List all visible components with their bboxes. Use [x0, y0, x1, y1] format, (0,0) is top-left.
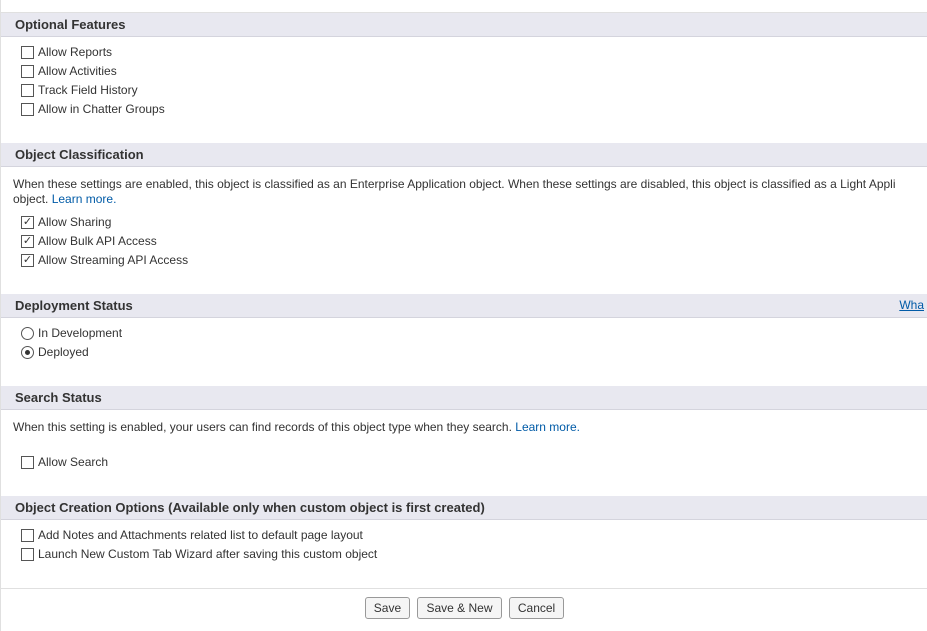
- spacer: [7, 441, 922, 453]
- section-gap: [1, 572, 927, 588]
- desc-text: When this setting is enabled, your users…: [13, 420, 515, 434]
- checkbox-row-add-notes: Add Notes and Attachments related list t…: [7, 526, 922, 545]
- checkbox-allow-bulk-api[interactable]: [21, 235, 34, 248]
- section-header-object-creation-options: Object Creation Options (Available only …: [1, 496, 927, 520]
- object-classification-desc: When these settings are enabled, this ob…: [7, 173, 922, 213]
- section-body-object-creation-options: Add Notes and Attachments related list t…: [1, 520, 927, 572]
- section-gap: [1, 480, 927, 496]
- checkbox-allow-activities[interactable]: [21, 65, 34, 78]
- section-title: Deployment Status: [15, 298, 133, 313]
- learn-more-link-classification[interactable]: Learn more.: [52, 192, 117, 206]
- desc-line1: When these settings are enabled, this ob…: [13, 177, 896, 191]
- cancel-button[interactable]: Cancel: [509, 597, 564, 619]
- section-title: Search Status: [15, 390, 102, 405]
- section-gap: [1, 370, 927, 386]
- section-title: Optional Features: [15, 17, 126, 32]
- section-header-deployment-status: Deployment Status Wha: [1, 294, 927, 318]
- checkbox-row-allow-activities: Allow Activities: [7, 62, 922, 81]
- checkbox-row-track-field-history: Track Field History: [7, 81, 922, 100]
- checkbox-launch-wizard[interactable]: [21, 548, 34, 561]
- radio-label: Deployed: [38, 344, 89, 361]
- save-button[interactable]: Save: [365, 597, 410, 619]
- checkbox-track-field-history[interactable]: [21, 84, 34, 97]
- checkbox-allow-search[interactable]: [21, 456, 34, 469]
- checkbox-row-allow-chatter-groups: Allow in Chatter Groups: [7, 100, 922, 119]
- save-and-new-button[interactable]: Save & New: [417, 597, 501, 619]
- section-body-optional-features: Allow Reports Allow Activities Track Fie…: [1, 37, 927, 127]
- radio-in-development[interactable]: [21, 327, 34, 340]
- checkbox-label: Allow Sharing: [38, 214, 111, 231]
- spacer-top: [1, 0, 927, 13]
- section-title: Object Creation Options (Available only …: [15, 500, 485, 515]
- checkbox-label: Allow Activities: [38, 63, 117, 80]
- checkbox-add-notes[interactable]: [21, 529, 34, 542]
- search-status-desc: When this setting is enabled, your users…: [7, 416, 922, 441]
- deployment-status-help-link[interactable]: Wha: [899, 298, 924, 312]
- section-body-object-classification: When these settings are enabled, this ob…: [1, 167, 927, 278]
- section-header-object-classification: Object Classification: [1, 143, 927, 167]
- checkbox-label: Allow Reports: [38, 44, 112, 61]
- radio-deployed[interactable]: [21, 346, 34, 359]
- button-bar: Save Save & New Cancel: [1, 588, 927, 631]
- section-header-optional-features: Optional Features: [1, 13, 927, 37]
- section-header-search-status: Search Status: [1, 386, 927, 410]
- radio-row-in-development: In Development: [7, 324, 922, 343]
- checkbox-row-launch-wizard: Launch New Custom Tab Wizard after savin…: [7, 545, 922, 564]
- checkbox-label: Allow in Chatter Groups: [38, 101, 165, 118]
- radio-label: In Development: [38, 325, 122, 342]
- checkbox-allow-streaming-api[interactable]: [21, 254, 34, 267]
- checkbox-label: Allow Bulk API Access: [38, 233, 157, 250]
- section-body-search-status: When this setting is enabled, your users…: [1, 410, 927, 480]
- checkbox-label: Allow Search: [38, 454, 108, 471]
- checkbox-allow-chatter-groups[interactable]: [21, 103, 34, 116]
- checkbox-row-allow-reports: Allow Reports: [7, 43, 922, 62]
- checkbox-label: Track Field History: [38, 82, 138, 99]
- checkbox-label: Add Notes and Attachments related list t…: [38, 527, 363, 544]
- section-gap: [1, 278, 927, 294]
- section-gap: [1, 127, 927, 143]
- checkbox-row-allow-search: Allow Search: [7, 453, 922, 472]
- checkbox-allow-reports[interactable]: [21, 46, 34, 59]
- checkbox-row-allow-bulk-api: Allow Bulk API Access: [7, 232, 922, 251]
- checkbox-row-allow-streaming-api: Allow Streaming API Access: [7, 251, 922, 270]
- section-body-deployment-status: In Development Deployed: [1, 318, 927, 370]
- learn-more-link-search[interactable]: Learn more.: [515, 420, 580, 434]
- checkbox-row-allow-sharing: Allow Sharing: [7, 213, 922, 232]
- section-title: Object Classification: [15, 147, 144, 162]
- desc-line2: object.: [13, 192, 52, 206]
- checkbox-label: Launch New Custom Tab Wizard after savin…: [38, 546, 377, 563]
- radio-row-deployed: Deployed: [7, 343, 922, 362]
- checkbox-allow-sharing[interactable]: [21, 216, 34, 229]
- checkbox-label: Allow Streaming API Access: [38, 252, 188, 269]
